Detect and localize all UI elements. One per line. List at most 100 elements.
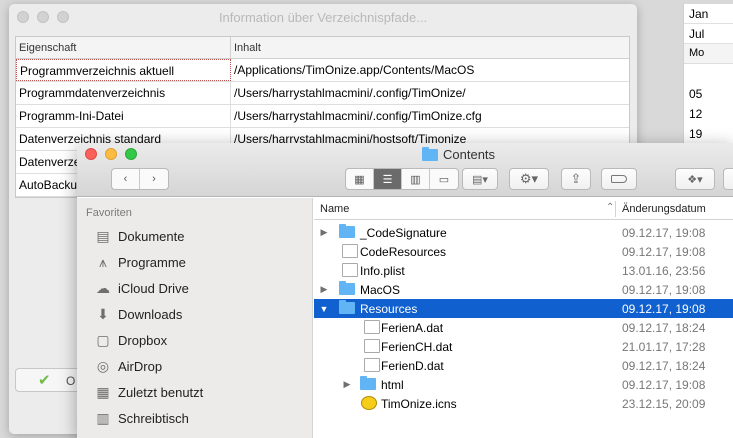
file-date: 09.12.17, 18:24 [622,358,706,373]
zoom-button[interactable] [125,148,137,160]
file-name: _CodeSignature [360,225,447,240]
sidebar-item-label: Programme [118,254,186,270]
calendar-month[interactable]: Jul [684,24,733,44]
checkmark-icon: ✔ [38,372,51,389]
list-item[interactable]: CodeResources 09.12.17, 19:08 [314,242,733,261]
sidebar-item-dropbox[interactable]: ▢ Dropbox [94,330,167,350]
disclosure-closed-icon[interactable]: ▶ [319,227,329,238]
column-view-icon[interactable]: ▥ [402,169,430,189]
file-name: FerienA.dat [381,320,444,335]
sort-caret-icon: ⌃ [606,202,615,213]
action-button[interactable]: ⚙▾ [509,168,549,190]
sidebar-item-zuletzt-benutzt[interactable]: ▦ Zuletzt benutzt [94,382,203,402]
file-name: CodeResources [360,244,447,259]
file-name: Info.plist [360,263,405,278]
close-button[interactable] [85,148,97,160]
finder-sidebar: Favoriten ▤ Dokumente ⩚ Programme ☁ iClo… [77,198,313,438]
back-button[interactable]: ‹ [112,169,140,189]
folder-icon [339,281,355,295]
sidebar-section-title: Favoriten [86,207,132,219]
disclosure-open-icon[interactable]: ▼ [319,304,329,314]
list-item[interactable]: FerienCH.dat 21.01.17, 17:28 [314,337,733,356]
search-field[interactable] [723,168,733,190]
column-header-name[interactable]: Name [320,203,349,215]
calendar-day[interactable]: 19 [684,124,733,144]
document-icon [364,339,380,353]
list-item[interactable]: TimOnize.icns 23.12.15, 20:09 [314,394,733,413]
sidebar-item-programme[interactable]: ⩚ Programme [94,252,186,272]
file-date: 21.01.17, 17:28 [622,339,706,354]
document-icon [364,358,380,372]
sidebar-item-dokumente[interactable]: ▤ Dokumente [94,226,184,246]
disclosure-closed-icon[interactable]: ▶ [342,379,352,390]
list-item[interactable]: ▶ _CodeSignature 09.12.17, 19:08 [314,223,733,242]
downloads-icon: ⬇ [97,305,109,322]
list-item[interactable]: ▶ html 09.12.17, 19:08 [314,375,733,394]
window-title: Information über Verzeichnispfade... [218,10,428,25]
table-row[interactable]: Programmverzeichnis aktuell /Application… [16,59,629,82]
gear-icon: ⚙▾ [519,171,539,186]
file-name: FerienCH.dat [381,339,453,354]
sidebar-item-label: Zuletzt benutzt [118,384,204,400]
icon-view-icon[interactable]: ▦ [346,169,374,189]
finder-toolbar: Contents ‹ › ▦ ☰ ▥ ▭ ▤▾ ⚙▾ ⇪ ❖▾ [77,143,733,197]
file-name: FerienD.dat [381,358,444,373]
ok-button[interactable]: ✔ O [15,368,85,392]
file-name: html [381,377,404,392]
column-header-date[interactable]: Änderungsdatum [622,203,706,215]
table-row[interactable]: Programm-Ini-Datei /Users/harrystahlmacm… [16,105,629,128]
coverflow-view-icon[interactable]: ▭ [430,169,458,189]
calendar-panel: Jan Jul Mo 05 12 19 [683,4,733,164]
table-row[interactable]: Programmdatenverzeichnis /Users/harrysta… [16,82,629,105]
dropbox-icon: ▢ [96,331,110,348]
disclosure-closed-icon[interactable]: ▶ [319,284,329,295]
sidebar-item-label: iCloud Drive [118,280,189,296]
column-header-property[interactable]: Eigenschaft [16,37,231,58]
finder-window: Contents ‹ › ▦ ☰ ▥ ▭ ▤▾ ⚙▾ ⇪ ❖▾ Favorite… [77,143,733,438]
file-date: 09.12.17, 19:08 [622,225,706,240]
table-header: Eigenschaft Inhalt [16,37,629,59]
document-icon [342,244,358,258]
forward-button[interactable]: › [140,169,168,189]
calendar-month[interactable]: Jan [684,4,733,24]
list-item[interactable]: Info.plist 13.01.16, 23:56 [314,261,733,280]
tags-button[interactable] [601,168,637,190]
calendar-day[interactable]: 12 [684,104,733,124]
folder-icon [422,146,438,161]
document-icon [342,263,358,277]
path-info-titlebar: Information über Verzeichnispfade... [9,4,637,30]
file-date: 09.12.17, 19:08 [622,301,706,316]
list-item[interactable]: FerienD.dat 09.12.17, 18:24 [314,356,733,375]
list-item-selected[interactable]: ▼ Resources 09.12.17, 19:08 [314,299,733,318]
view-mode-control: ▦ ☰ ▥ ▭ [345,168,459,190]
folder-icon [360,376,376,390]
sidebar-item-downloads[interactable]: ⬇ Downloads [94,304,182,324]
sidebar-item-label: AirDrop [118,358,163,374]
file-date: 09.12.17, 19:08 [622,377,706,392]
dropbox-button[interactable]: ❖▾ [675,168,715,190]
cell-property: Programmverzeichnis aktuell [16,59,231,81]
cell-value: /Applications/TimOnize.app/Contents/MacO… [234,63,475,77]
cell-value: /Users/harrystahlmacmini/.config/TimOniz… [234,86,466,100]
calendar-day[interactable]: 05 [684,84,733,104]
dropbox-icon: ❖▾ [687,173,703,186]
folder-icon [339,224,355,238]
list-item[interactable]: FerienA.dat 09.12.17, 18:24 [314,318,733,337]
desktop-icon: ▥ [96,409,110,426]
share-icon: ⇪ [570,171,582,186]
list-item[interactable]: ▶ MacOS 09.12.17, 19:08 [314,280,733,299]
sidebar-item-label: Downloads [118,306,183,322]
minimize-button[interactable] [105,148,117,160]
list-view-icon[interactable]: ☰ [374,169,402,189]
icloud-icon: ☁ [96,279,110,296]
cell-property: Programm-Ini-Datei [16,105,231,127]
sidebar-item-icloud-drive[interactable]: ☁ iCloud Drive [94,278,189,298]
timonize-app-icon [361,396,377,410]
share-button[interactable]: ⇪ [561,168,591,190]
sidebar-item-schreibtisch[interactable]: ▥ Schreibtisch [94,408,188,428]
column-header-value[interactable]: Inhalt [231,37,264,58]
sidebar-item-label: Dokumente [118,228,185,244]
sidebar-item-airdrop[interactable]: ◎ AirDrop [94,356,162,376]
group-button[interactable]: ▤▾ [462,168,498,190]
tag-icon [611,175,627,183]
